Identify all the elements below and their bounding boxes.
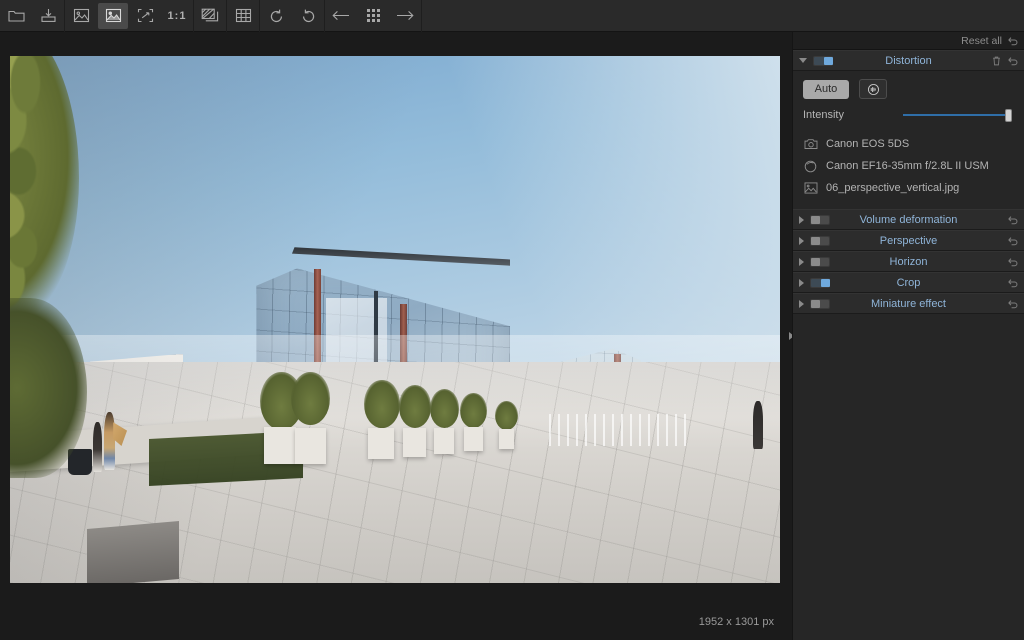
lens-icon: [803, 159, 818, 173]
toolbar-group-overlay: [194, 0, 226, 32]
planter-shrub: [291, 372, 330, 425]
fit-to-screen-icon[interactable]: [130, 3, 160, 29]
reset-section-icon[interactable]: [1007, 257, 1018, 267]
person-right-walking: [753, 401, 764, 449]
reset-all-label[interactable]: Reset all: [961, 35, 1002, 47]
chevron-right-icon[interactable]: [799, 278, 804, 287]
distortion-toggle[interactable]: [813, 55, 833, 66]
image-canvas-area[interactable]: 1952 x 1301 px: [0, 32, 792, 640]
camera-model: Canon EOS 5DS: [826, 138, 910, 150]
toolbar-group-file: [0, 0, 64, 32]
image-filename: 06_perspective_vertical.jpg: [826, 182, 960, 194]
planter-box: [433, 427, 455, 454]
panel-toolbar: Reset all: [793, 32, 1024, 50]
toolbar-group-rotate: [260, 0, 324, 32]
intensity-slider-knob[interactable]: [1005, 109, 1012, 122]
chevron-right-icon[interactable]: [799, 215, 804, 224]
planter-shrub: [364, 380, 400, 428]
distortion-panel-body: Auto Intensity Canon EOS 5DS Canon EF16-…: [793, 71, 1024, 209]
section-header-distortion[interactable]: Distortion: [793, 50, 1024, 71]
perspective-toggle[interactable]: [810, 235, 830, 246]
lens-model: Canon EF16-35mm f/2.8L II USM: [826, 160, 989, 172]
section-header-perspective[interactable]: Perspective: [793, 230, 1024, 251]
planter-shrub: [460, 392, 487, 428]
image-size-label: 1952 x 1301 px: [698, 616, 774, 628]
reset-section-icon[interactable]: [1007, 299, 1018, 309]
planter-box: [294, 427, 326, 465]
lens-profile-icon[interactable]: [859, 79, 887, 99]
edited-image-icon[interactable]: [98, 2, 128, 29]
original-image-icon[interactable]: [66, 3, 96, 29]
auto-button[interactable]: Auto: [803, 79, 849, 99]
zoom-one-to-one[interactable]: 1:1: [162, 3, 192, 29]
chevron-right-icon[interactable]: [799, 236, 804, 245]
planter-box: [498, 428, 515, 449]
reset-all-icon[interactable]: [1007, 36, 1018, 46]
planter-box: [402, 428, 426, 457]
reset-section-icon[interactable]: [1007, 278, 1018, 288]
tools-panel: Reset all Distortion Auto Intensity Cano…: [792, 32, 1024, 640]
intensity-slider[interactable]: [903, 109, 1012, 122]
planter-box: [264, 426, 297, 465]
photo-preview: [10, 56, 780, 583]
section-header-miniature-effect[interactable]: Miniature effect: [793, 293, 1024, 314]
reset-section-icon[interactable]: [1007, 56, 1018, 66]
compare-split-icon[interactable]: [195, 3, 225, 29]
planter-box: [368, 427, 395, 460]
export-icon[interactable]: [33, 3, 63, 29]
file-row: 06_perspective_vertical.jpg: [803, 177, 1014, 199]
image-file-icon: [803, 181, 818, 195]
open-folder-icon[interactable]: [1, 3, 31, 29]
horizon-toggle[interactable]: [810, 256, 830, 267]
chevron-right-icon[interactable]: [799, 257, 804, 266]
zoom-one-to-one-label: 1:1: [167, 9, 187, 22]
chevron-right-icon[interactable]: [799, 299, 804, 308]
intensity-slider-row: Intensity: [803, 109, 1014, 122]
grid-overlay-icon[interactable]: [228, 3, 258, 29]
reset-section-icon[interactable]: [1007, 236, 1018, 246]
section-header-horizon[interactable]: Horizon: [793, 251, 1024, 272]
person-walking-dark: [93, 422, 103, 473]
previous-image-icon[interactable]: [326, 3, 356, 29]
planter-shrub: [398, 385, 432, 428]
thumbnails-icon[interactable]: [358, 3, 388, 29]
planter-shrub: [429, 388, 459, 428]
image-frame[interactable]: [10, 56, 780, 583]
rotate-right-icon[interactable]: [293, 3, 323, 29]
main-toolbar: 1:1: [0, 0, 1024, 32]
toolbar-separator: [421, 0, 422, 32]
delete-icon[interactable]: [992, 56, 1001, 66]
rotate-left-icon[interactable]: [261, 3, 291, 29]
toolbar-group-navigate: [325, 0, 421, 32]
section-header-volume-deformation[interactable]: Volume deformation: [793, 209, 1024, 230]
volume-deformation-toggle[interactable]: [810, 214, 830, 225]
application-window: 1:1 1952 x 1301 px Reset all Distortion …: [0, 0, 1024, 640]
fountain-jets: [549, 414, 688, 446]
section-header-crop[interactable]: Crop: [793, 272, 1024, 293]
chevron-down-icon[interactable]: [799, 58, 807, 63]
distortion-buttons-row: Auto: [803, 79, 1014, 99]
toolbar-group-grid: [227, 0, 259, 32]
camera-icon: [803, 137, 818, 151]
crop-toggle[interactable]: [810, 277, 830, 288]
intensity-label: Intensity: [803, 109, 844, 121]
person-walking-coat: [103, 411, 116, 470]
stone-bench: [87, 520, 180, 583]
camera-row: Canon EOS 5DS: [803, 133, 1014, 155]
reset-section-icon[interactable]: [1007, 215, 1018, 225]
planter-box: [464, 427, 483, 452]
miniature-effect-toggle[interactable]: [810, 298, 830, 309]
next-image-icon[interactable]: [390, 3, 420, 29]
lens-row: Canon EF16-35mm f/2.8L II USM: [803, 155, 1014, 177]
toolbar-group-view: 1:1: [65, 0, 193, 32]
